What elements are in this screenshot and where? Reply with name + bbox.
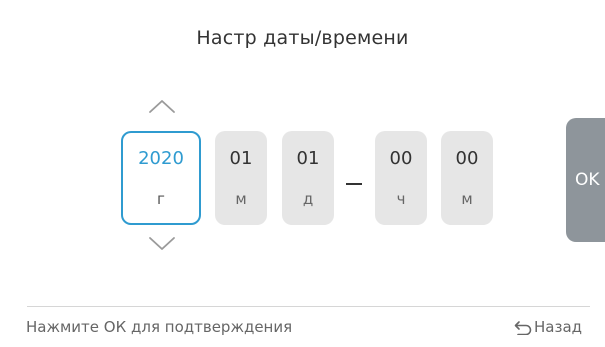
month-spinner[interactable]: 01 м [215,131,267,225]
back-label: Назад [534,318,583,336]
hour-value: 00 [389,148,413,169]
minute-unit-label: м [461,190,473,208]
chevron-down-icon[interactable] [144,234,180,254]
ok-button[interactable]: OK [566,118,605,242]
page-title: Настр даты/времени [196,27,409,49]
back-arrow-icon [514,321,532,335]
footer-divider [27,306,590,307]
confirm-hint: Нажмите ОК для подтверждения [26,318,293,336]
month-value: 01 [229,148,253,169]
date-time-separator [346,183,362,185]
year-value: 2020 [138,148,184,169]
year-unit-label: г [157,190,165,208]
minute-value: 00 [455,148,479,169]
month-unit-label: м [235,190,247,208]
date-time-settings-screen: Настр даты/времени 2020 г 01 м 01 д 00 ч… [0,0,605,347]
year-spinner[interactable]: 2020 г [121,131,201,225]
hour-spinner[interactable]: 00 ч [375,131,427,225]
day-unit-label: д [302,190,314,208]
back-button[interactable]: Назад [513,316,582,338]
chevron-up-icon[interactable] [144,96,180,116]
hour-unit-label: ч [396,190,406,208]
day-spinner[interactable]: 01 д [282,131,334,225]
minute-spinner[interactable]: 00 м [441,131,493,225]
day-value: 01 [296,148,320,169]
